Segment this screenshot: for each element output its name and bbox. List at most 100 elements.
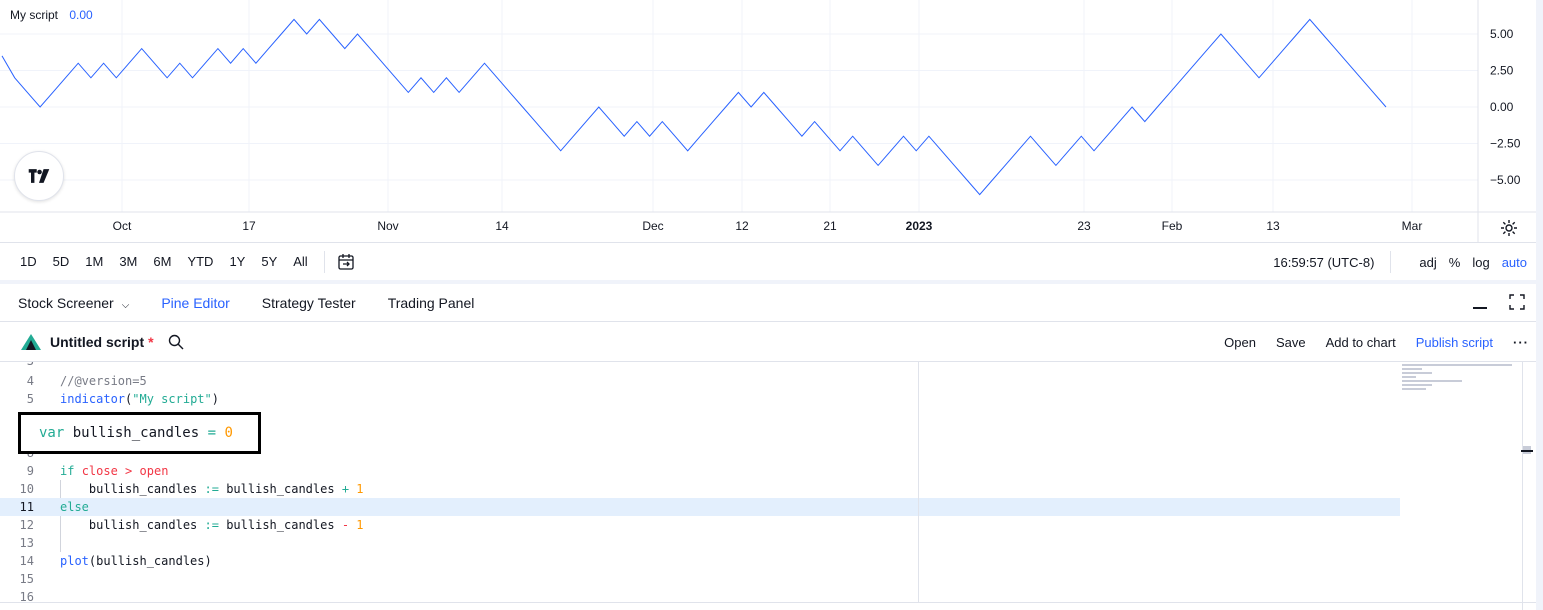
line-number: 4	[26, 374, 34, 388]
var-keyword: var	[39, 425, 65, 441]
line-number: 16	[19, 590, 34, 604]
range-1d-button[interactable]: 1D	[18, 252, 39, 271]
indent-guide	[60, 480, 61, 498]
range-5y-button[interactable]: 5Y	[259, 252, 279, 271]
x-tick-label: 23	[1077, 219, 1091, 233]
script-title[interactable]: Untitled script *	[50, 334, 154, 350]
y-tick-label: 0.00	[1490, 100, 1514, 114]
x-tick-label: 17	[242, 219, 256, 233]
range-ytd-button[interactable]: YTD	[185, 252, 215, 271]
x-tick-label: Feb	[1162, 219, 1183, 233]
minimize-icon[interactable]	[1473, 295, 1487, 309]
x-tick-label: 12	[735, 219, 749, 233]
code-line: 14 plot(bullish_candles)	[0, 552, 1400, 570]
code-text: else	[60, 500, 89, 514]
x-tick-label: 21	[823, 219, 837, 233]
code-line: 5 indicator("My script")	[0, 390, 1400, 408]
highlighted-code-box: var bullish_candles = 0	[18, 412, 261, 454]
editor-ruler	[918, 362, 919, 602]
add-to-chart-button[interactable]: Add to chart	[1326, 335, 1396, 350]
range-divider	[323, 250, 325, 273]
bottom-panel-tabs: Stock Screener ⌵ Pine Editor Strategy Tes…	[0, 284, 1543, 322]
editor-bottom-border	[0, 602, 1543, 603]
indent-guide	[60, 516, 61, 552]
range-5d-button[interactable]: 5D	[51, 252, 72, 271]
code-editor[interactable]: 3 4 //@version=5 5 indicator("My script"…	[0, 362, 1543, 610]
price-chart[interactable]: 5.00 2.50 0.00 −2.50 −5.00 Oct 17 Nov 14 Dec 12 21 2…	[0, 0, 1536, 242]
code-line: 4 //@version=5	[0, 372, 1400, 390]
line-number: 12	[19, 518, 34, 532]
x-tick-label: 2023	[906, 219, 933, 233]
code-line: 15	[0, 570, 1400, 588]
y-tick-label: −2.50	[1490, 137, 1521, 151]
code-minimap[interactable]	[1402, 364, 1522, 394]
tab-strategy-tester[interactable]: Strategy Tester	[262, 295, 356, 311]
auto-toggle[interactable]: auto	[1502, 255, 1527, 270]
date-range-bar: 1D 5D 1M 3M 6M YTD 1Y 5Y All 16:59:57 (U…	[0, 242, 1543, 280]
code-line: 9 if close > open	[0, 462, 1400, 480]
unsaved-indicator: *	[148, 333, 154, 350]
x-tick-label: Mar	[1402, 219, 1423, 233]
panel-window-controls	[1473, 294, 1525, 310]
line-number: 10	[19, 482, 34, 496]
cursor-marker	[1521, 450, 1533, 452]
log-toggle[interactable]: log	[1472, 255, 1489, 270]
timezone-clock[interactable]: 16:59:57 (UTC-8)	[1273, 255, 1374, 270]
x-tick-label: 13	[1266, 219, 1280, 233]
tab-trading-panel[interactable]: Trading Panel	[388, 295, 475, 311]
adj-toggle[interactable]: adj	[1419, 255, 1436, 270]
tab-stock-screener[interactable]: Stock Screener ⌵	[18, 295, 129, 311]
go-to-date-icon[interactable]	[337, 253, 355, 271]
line-number: 3	[0, 362, 34, 370]
code-text: bullish_candles := bullish_candles + 1	[88, 482, 364, 496]
line-number: 11	[19, 500, 34, 514]
range-right-divider	[1390, 251, 1392, 273]
tv-logo-shape	[28, 169, 50, 183]
line-number: 14	[19, 554, 34, 568]
settings-gear-icon[interactable]	[1500, 219, 1518, 237]
code-line: 13	[0, 534, 1400, 552]
publish-script-button[interactable]: Publish script	[1416, 335, 1493, 350]
more-options-icon[interactable]: ···	[1513, 335, 1529, 350]
variable-name: bullish_candles	[72, 425, 200, 441]
range-right-group: 16:59:57 (UTC-8) adj % log auto	[1273, 243, 1527, 281]
tab-pine-editor[interactable]: Pine Editor	[161, 295, 229, 311]
legend-value: 0.00	[69, 8, 93, 22]
indicator-legend[interactable]: My script 0.00	[10, 8, 93, 22]
chart-pane[interactable]: 5.00 2.50 0.00 −2.50 −5.00 Oct 17 Nov 14 Dec 12 21 2…	[0, 0, 1543, 242]
code-text: indicator("My script")	[60, 392, 219, 406]
y-tick-label: 5.00	[1490, 27, 1514, 41]
range-3m-button[interactable]: 3M	[117, 252, 139, 271]
x-tick-label: 14	[495, 219, 509, 233]
range-1m-button[interactable]: 1M	[83, 252, 105, 271]
code-text: if close > open	[60, 464, 169, 478]
right-panel-edge	[1536, 0, 1543, 610]
pine-editor-toolbar: Untitled script * Open Save Add to chart …	[0, 322, 1543, 362]
line-number: 13	[19, 536, 34, 550]
line-number: 5	[26, 392, 34, 406]
save-button[interactable]: Save	[1276, 335, 1306, 350]
y-tick-label: −5.00	[1490, 173, 1521, 187]
code-text: bullish_candles := bullish_candles - 1	[88, 518, 364, 532]
code-line: 12 bullish_candles := bullish_candles - …	[0, 516, 1400, 534]
initial-value: 0	[224, 425, 233, 441]
editor-scrollbar[interactable]	[1522, 362, 1536, 610]
legend-name: My script	[10, 8, 58, 22]
assign-operator: =	[207, 425, 217, 441]
x-tick-label: Dec	[642, 219, 663, 233]
code-line: 16	[0, 588, 1400, 606]
range-all-button[interactable]: All	[291, 252, 309, 271]
search-icon[interactable]	[168, 334, 184, 350]
line-number: 15	[19, 572, 34, 586]
open-button[interactable]: Open	[1224, 335, 1256, 350]
range-1y-button[interactable]: 1Y	[227, 252, 247, 271]
tradingview-logo-icon[interactable]	[14, 151, 64, 201]
maximize-icon[interactable]	[1509, 294, 1525, 310]
x-tick-label: Nov	[377, 219, 398, 233]
x-tick-label: Oct	[113, 219, 132, 233]
chevron-down-icon[interactable]: ⌵	[122, 300, 130, 311]
editor-actions: Open Save Add to chart Publish script ··…	[1204, 322, 1529, 362]
code-line: 3	[0, 362, 1400, 370]
range-6m-button[interactable]: 6M	[151, 252, 173, 271]
percent-toggle[interactable]: %	[1449, 255, 1461, 270]
